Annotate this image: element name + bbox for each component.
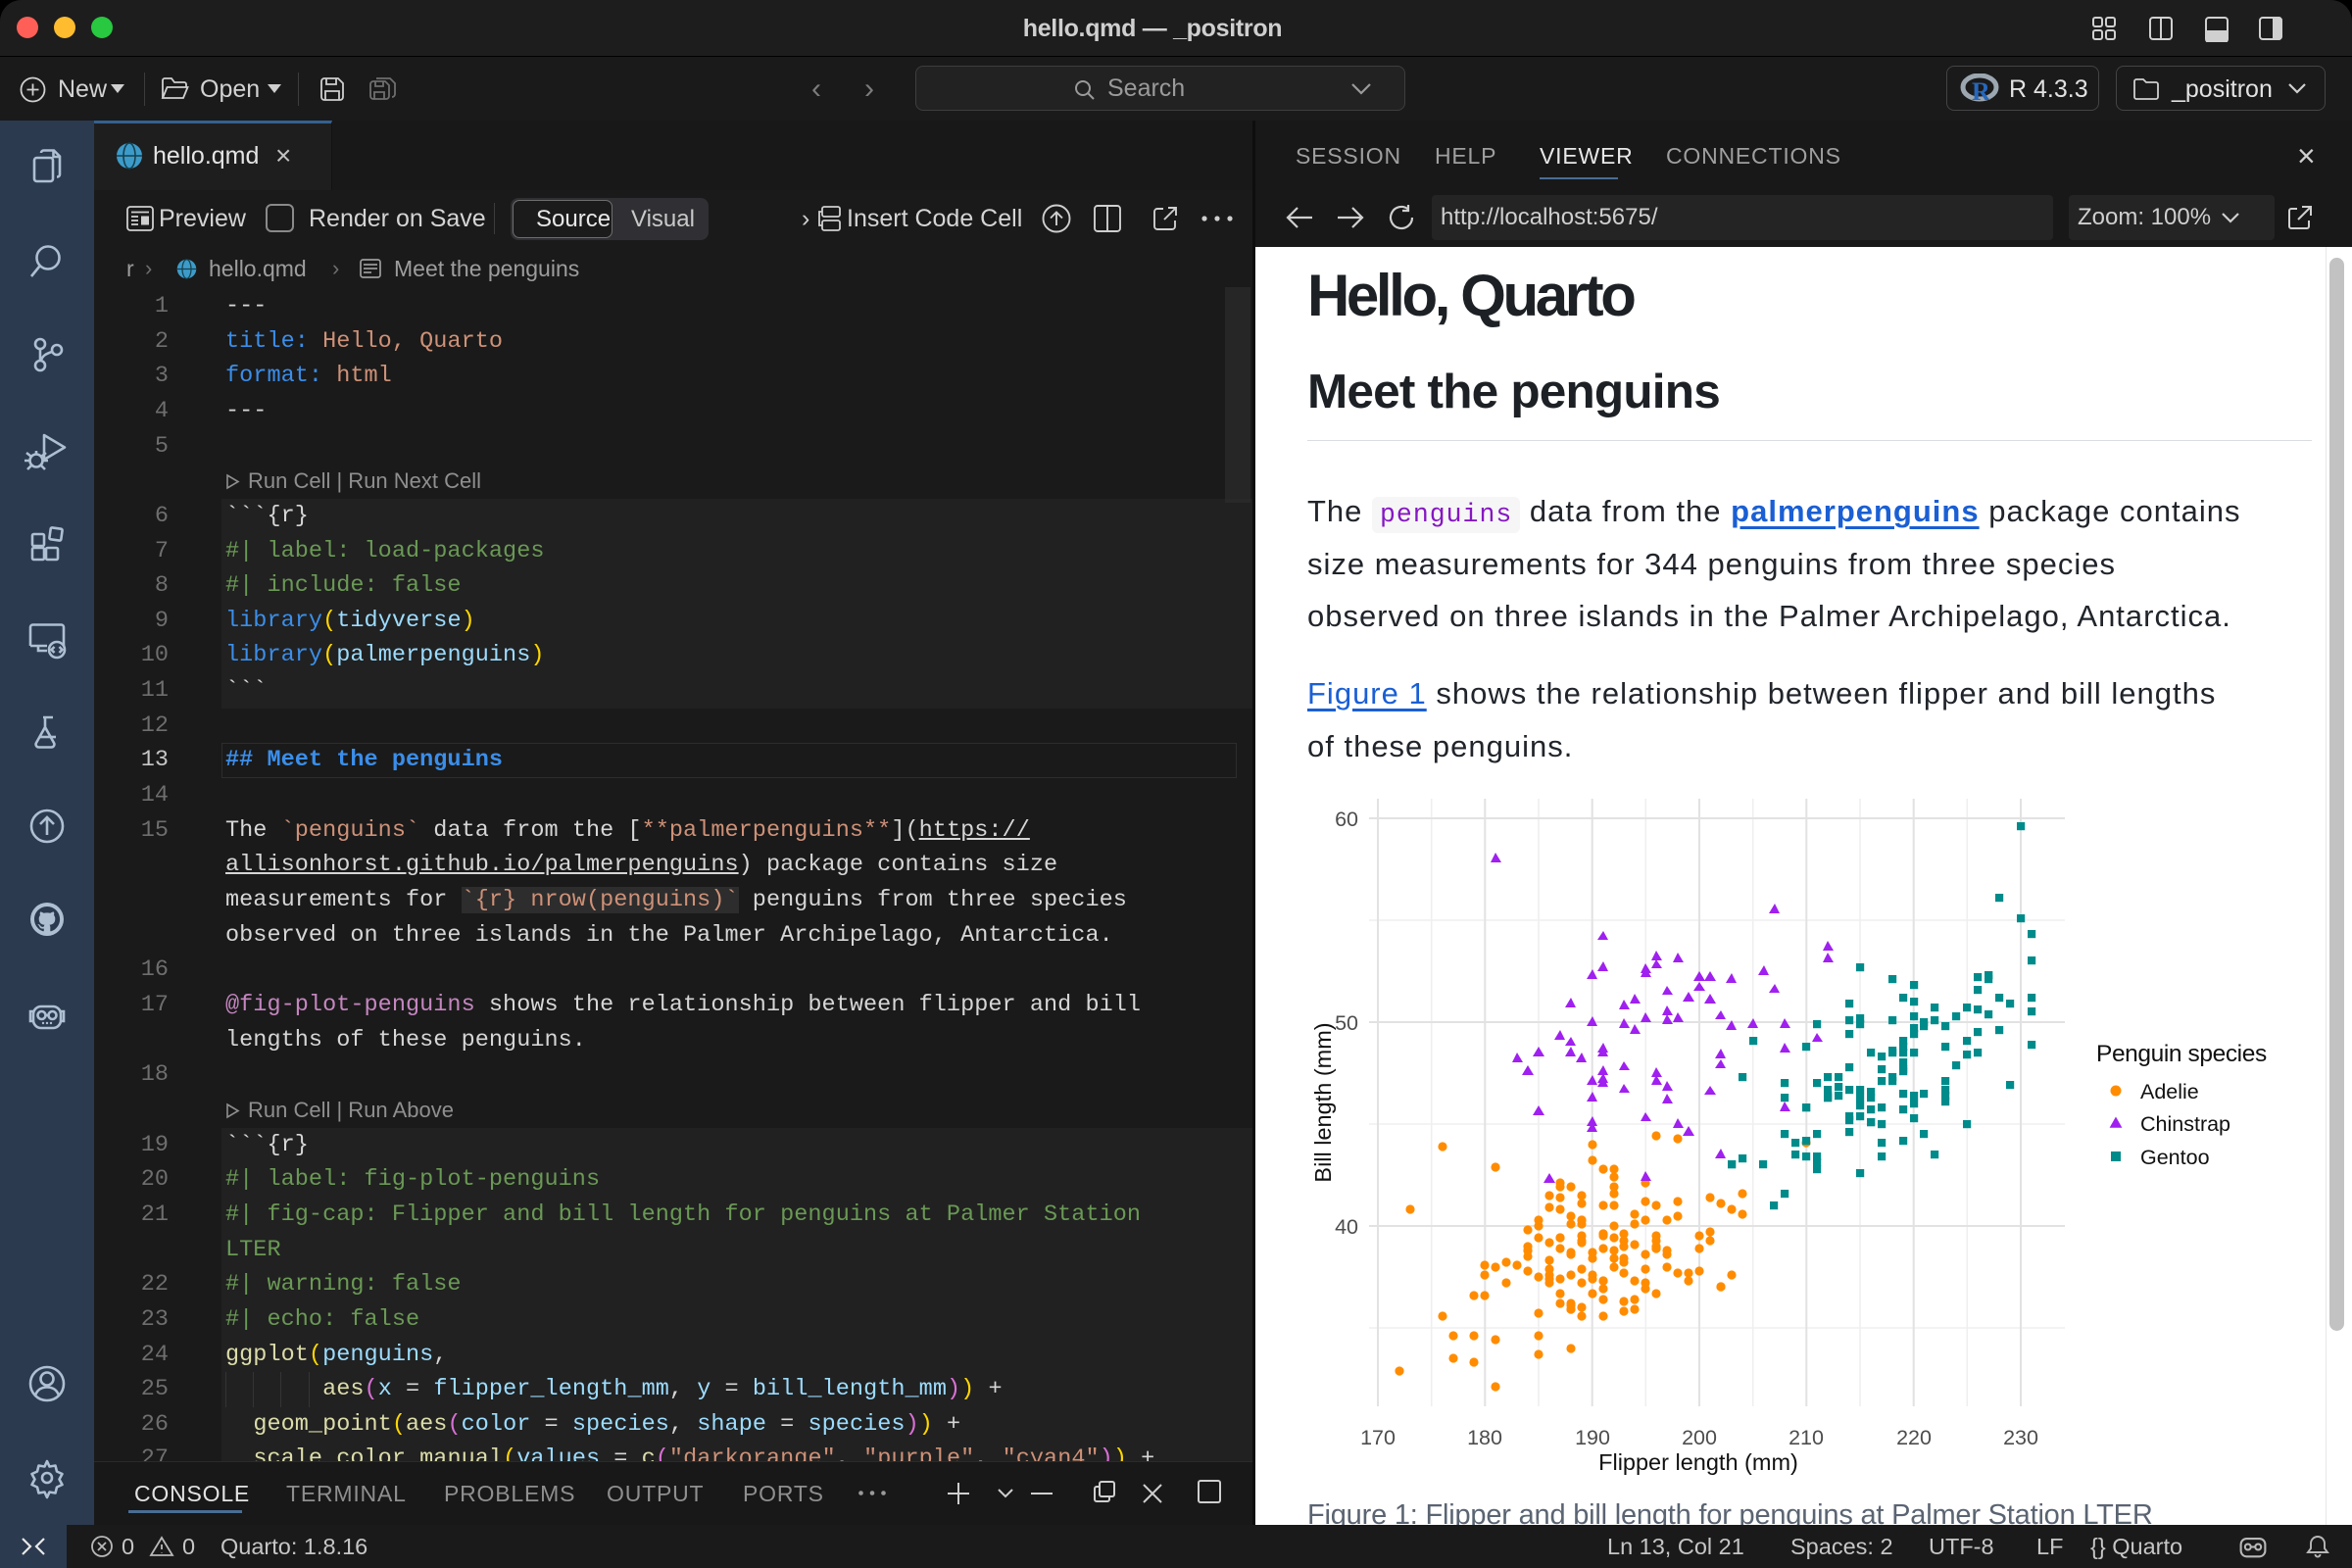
svg-text:Adelie: Adelie — [2140, 1080, 2199, 1103]
svg-text:Bill length (mm): Bill length (mm) — [1310, 1022, 1336, 1182]
svg-text:R: R — [1972, 77, 1990, 104]
svg-text:60: 60 — [1335, 808, 1358, 831]
svg-text:220: 220 — [1896, 1426, 1932, 1449]
svg-text:210: 210 — [1788, 1426, 1824, 1449]
svg-text:180: 180 — [1467, 1426, 1502, 1449]
svg-text:50: 50 — [1335, 1011, 1358, 1035]
svg-text:40: 40 — [1335, 1215, 1358, 1239]
svg-text:Flipper length (mm): Flipper length (mm) — [1598, 1449, 1798, 1475]
svg-text:170: 170 — [1360, 1426, 1396, 1449]
svg-text:Penguin species: Penguin species — [2096, 1041, 2267, 1067]
svg-text:230: 230 — [2003, 1426, 2038, 1449]
svg-text:200: 200 — [1682, 1426, 1717, 1449]
svg-text:190: 190 — [1575, 1426, 1610, 1449]
svg-text:Gentoo: Gentoo — [2140, 1146, 2210, 1169]
svg-text:Chinstrap: Chinstrap — [2140, 1112, 2230, 1136]
